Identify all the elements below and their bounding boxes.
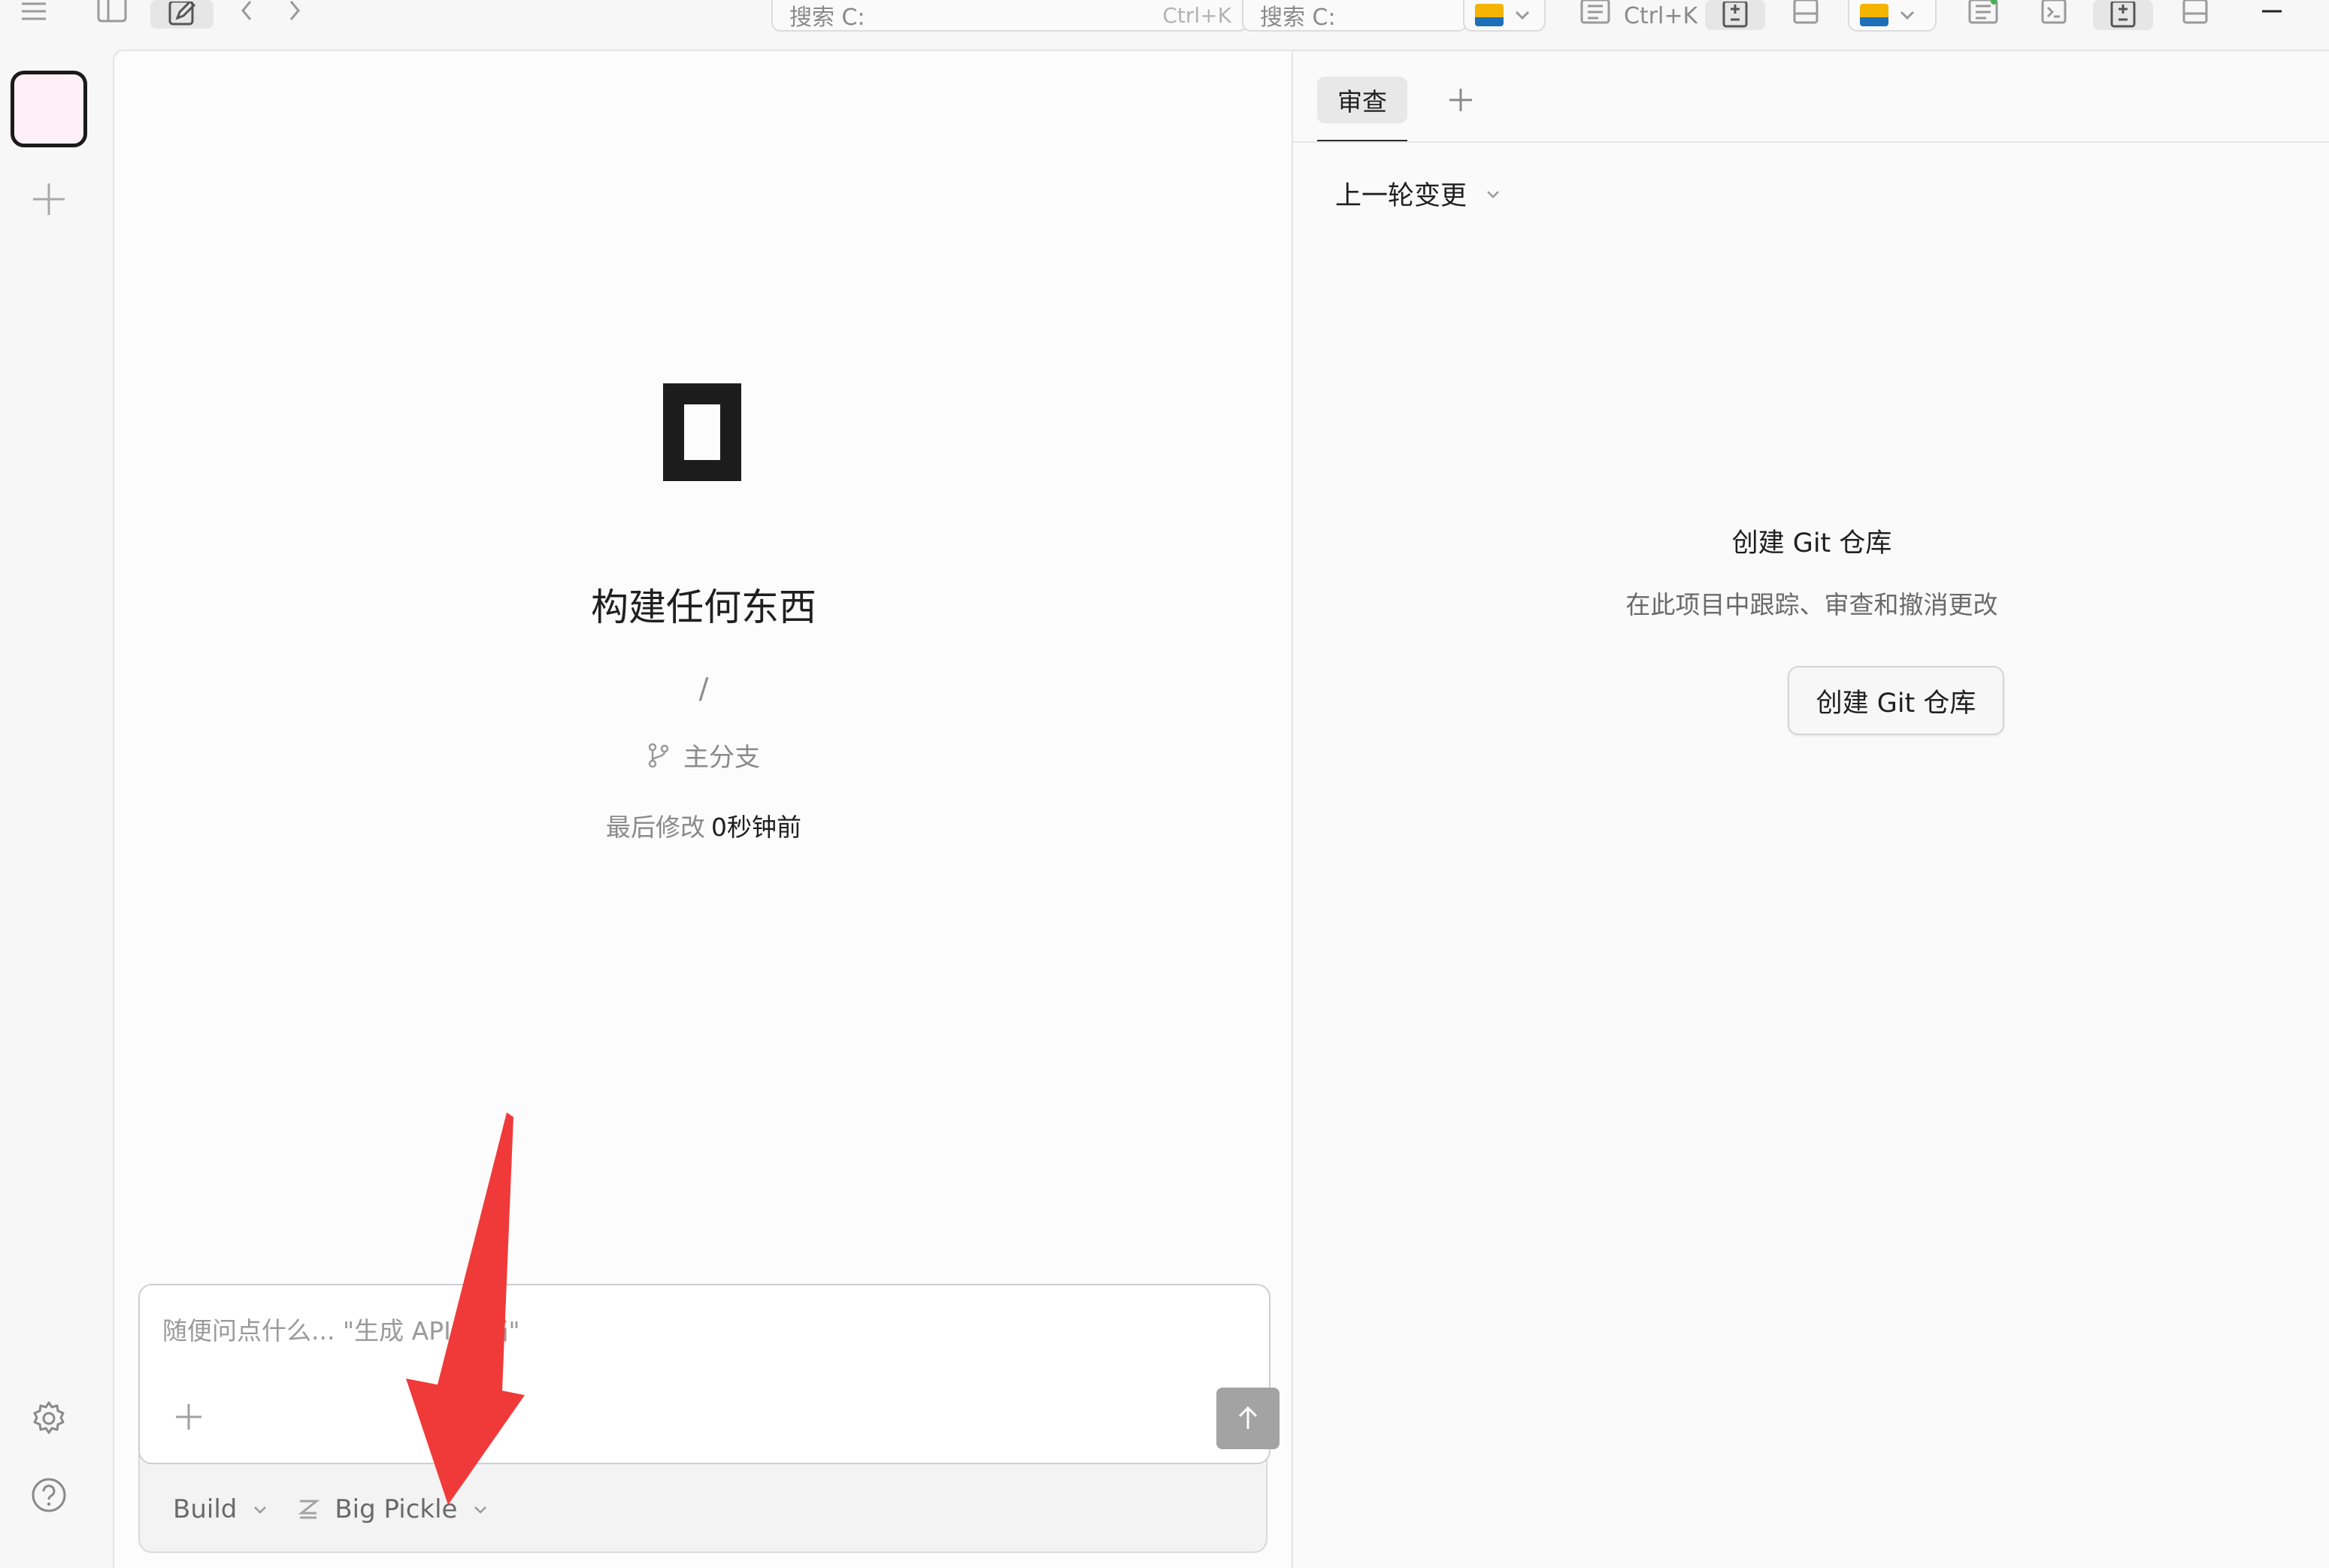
- git-empty-subtitle: 在此项目中跟踪、审查和撤消更改: [1625, 590, 1998, 619]
- help-icon[interactable]: [30, 1476, 68, 1514]
- page-title: 构建任何东西: [591, 586, 816, 629]
- session-panel: 构建任何东西 / 主分支 最后修改 0秒钟前 Build: [113, 50, 1292, 1568]
- prompt-input[interactable]: [162, 1308, 1140, 1353]
- tab-review[interactable]: 审查: [1317, 77, 1407, 123]
- changes-scope-label: 上一轮变更: [1335, 181, 1467, 211]
- tree-view-icon[interactable]: [1967, 0, 2000, 26]
- diff-panel-icon[interactable]: [2093, 0, 2153, 30]
- project-path: /: [698, 672, 709, 705]
- title-bar: 搜索 C: Ctrl+K 搜索 C: Ctrl+K: [0, 0, 2329, 50]
- open-folder-dropdown-2[interactable]: [1848, 0, 1937, 32]
- prompt-box: [138, 1284, 1280, 1464]
- project-tile-current[interactable]: [11, 71, 87, 147]
- git-branch-icon: [648, 743, 669, 767]
- back-icon[interactable]: [232, 0, 262, 23]
- last-modified: 最后修改 0秒钟前: [114, 807, 1293, 843]
- layout-bottom-icon[interactable]: [1789, 0, 1822, 26]
- chevron-down-icon: [474, 1506, 487, 1514]
- chevron-down-icon: [1900, 11, 1915, 20]
- forward-icon[interactable]: [280, 0, 310, 23]
- tree-view-icon[interactable]: [1579, 0, 1612, 26]
- folder-icon: [1860, 4, 1888, 26]
- model-provider-icon: [298, 1500, 320, 1519]
- agent-label: Build: [173, 1494, 238, 1524]
- app-logo: [663, 383, 741, 481]
- search-placeholder: 搜索 C:: [789, 5, 865, 31]
- diff-panel-icon[interactable]: [1705, 0, 1765, 30]
- folder-icon: [1475, 4, 1504, 26]
- menu-icon[interactable]: [15, 0, 53, 23]
- chevron-down-icon: [1487, 190, 1499, 198]
- chevron-down-icon: [254, 1506, 267, 1514]
- layout-bottom-icon[interactable]: [2179, 0, 2212, 26]
- agent-select[interactable]: Build: [173, 1494, 270, 1524]
- terminal-icon[interactable]: [2037, 0, 2070, 26]
- last-modified-value: 0秒钟前: [711, 813, 801, 842]
- toggle-sidebar-icon[interactable]: [95, 0, 129, 23]
- search-box-secondary[interactable]: 搜索 C:: [1242, 0, 1467, 32]
- tabs-divider: [1293, 141, 2329, 143]
- search-shortcut-overlay: Ctrl+K: [1616, 0, 1699, 32]
- search-shortcut: Ctrl+K: [1162, 2, 1231, 28]
- search-shortcut: Ctrl+K: [1624, 2, 1698, 29]
- model-label: Big Pickle: [335, 1494, 458, 1524]
- prompt-composer: Build Big Pickle: [138, 1284, 1280, 1553]
- send-button[interactable]: [1216, 1388, 1280, 1449]
- branch-info: 主分支: [114, 737, 1293, 773]
- new-session-icon[interactable]: [150, 0, 214, 29]
- open-folder-dropdown[interactable]: [1463, 0, 1546, 32]
- model-select[interactable]: Big Pickle: [295, 1494, 490, 1524]
- arrow-up-icon: [1238, 1406, 1258, 1429]
- attach-plus-icon[interactable]: [170, 1398, 207, 1436]
- branch-label: 主分支: [683, 743, 760, 773]
- last-modified-label: 最后修改: [606, 813, 705, 842]
- search-box-primary[interactable]: 搜索 C: Ctrl+K: [771, 0, 1248, 32]
- add-tab-icon[interactable]: [1442, 81, 1479, 119]
- git-empty-title: 创建 Git 仓库: [1731, 528, 1892, 558]
- search-placeholder: 搜索 C:: [1260, 5, 1336, 31]
- review-panel: 审查 上一轮变更 创建 Git 仓库 在此项目中跟踪、审查和撤消更改 创建 Gi…: [1292, 50, 2329, 1568]
- add-project-icon[interactable]: [29, 179, 69, 219]
- project-rail: [0, 50, 113, 1568]
- composer-options: Build Big Pickle: [173, 1487, 490, 1532]
- changes-scope-select[interactable]: 上一轮变更: [1335, 174, 1503, 213]
- minimize-icon[interactable]: [2255, 0, 2288, 23]
- create-git-repo-button[interactable]: 创建 Git 仓库: [1788, 666, 2004, 735]
- chevron-down-icon: [1515, 11, 1530, 20]
- settings-gear-icon[interactable]: [30, 1400, 68, 1437]
